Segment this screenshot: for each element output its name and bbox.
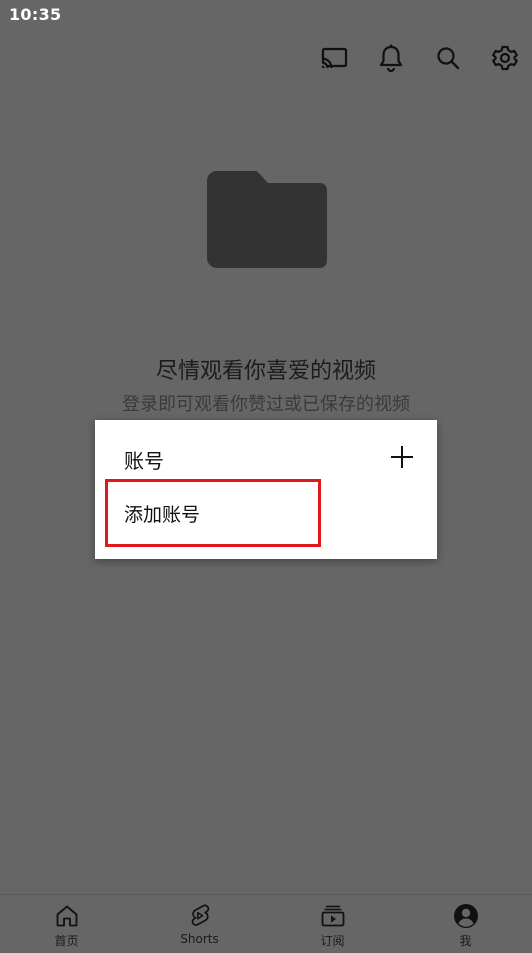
nav-label-shorts: Shorts: [180, 932, 219, 946]
nav-item-subscriptions[interactable]: 订阅: [266, 895, 399, 953]
nav-item-home[interactable]: 首页: [0, 895, 133, 953]
nav-label-home: 首页: [54, 934, 79, 948]
account-dialog: 账号 添加账号: [95, 420, 437, 559]
search-icon[interactable]: [430, 40, 466, 76]
nav-item-shorts[interactable]: Shorts: [133, 895, 266, 953]
gear-icon[interactable]: [487, 40, 523, 76]
nav-label-account: 我: [459, 934, 472, 948]
home-icon: [54, 903, 80, 929]
status-bar: 10:35: [0, 0, 532, 32]
bottom-nav: 首页 Shorts 订阅 我: [0, 894, 532, 953]
dialog-header-label: 账号: [124, 449, 164, 473]
folder-icon: [205, 170, 327, 268]
account-icon: [453, 903, 479, 929]
cast-icon[interactable]: [316, 40, 352, 76]
plus-icon[interactable]: [389, 444, 415, 470]
nav-label-subscriptions: 订阅: [320, 934, 345, 948]
nav-item-account[interactable]: 我: [399, 895, 532, 953]
bell-icon[interactable]: [373, 40, 409, 76]
empty-state-title: 尽情观看你喜爱的视频: [155, 359, 376, 384]
status-time: 10:35: [9, 5, 62, 24]
empty-state-subtitle: 登录即可观看你赞过或已保存的视频: [122, 394, 410, 415]
top-action-bar: [0, 36, 532, 80]
subscriptions-icon: [320, 903, 346, 929]
shorts-icon: [187, 903, 213, 929]
add-account-button[interactable]: 添加账号: [124, 500, 200, 527]
